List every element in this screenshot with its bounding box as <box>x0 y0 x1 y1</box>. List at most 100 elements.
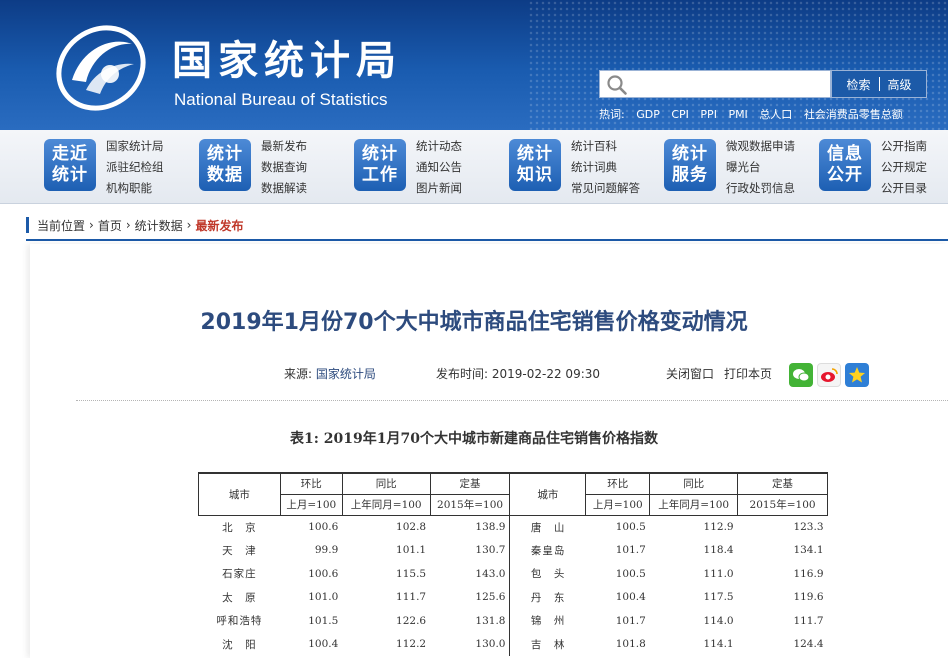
value-cell: 119.6 <box>793 591 824 604</box>
col-header-mom: 环比 <box>585 472 651 495</box>
col-base-mom: 上月=100 <box>585 493 651 516</box>
hotword-link[interactable]: 社会消费品零售总额 <box>804 108 903 121</box>
nav-links-work: 统计动态 通知公告 图片新闻 <box>416 136 462 199</box>
city-cell: 石家庄 <box>222 568 257 581</box>
value-cell: 130.0 <box>475 638 506 651</box>
favorite-icon[interactable] <box>845 363 869 387</box>
table-row: 天 津 99.9 101.1 130.7 秦皇岛 101.7 118.4 134… <box>199 538 828 562</box>
nav-link[interactable]: 曝光台 <box>726 157 795 178</box>
nav-link[interactable]: 机构职能 <box>106 178 164 199</box>
button-divider <box>878 77 880 91</box>
value-cell: 100.6 <box>308 567 339 580</box>
city-cell: 天 津 <box>222 544 257 557</box>
table-row: 太 原 101.0 111.7 125.6 丹 东 100.4 117.5 11… <box>199 585 828 609</box>
value-cell: 101.8 <box>615 638 646 651</box>
nav-link[interactable]: 行政处罚信息 <box>726 178 795 199</box>
value-cell: 124.4 <box>793 638 824 651</box>
site-title: 国家统计局 <box>172 38 402 84</box>
value-cell: 102.8 <box>396 521 427 533</box>
nav-link[interactable]: 统计百科 <box>571 136 640 157</box>
hotword-link[interactable]: PMI <box>728 108 747 121</box>
table-row: 石家庄 100.6 115.5 143.0 包 头 100.5 111.0 11… <box>199 562 828 586</box>
hotword-link[interactable]: 总人口 <box>759 108 792 121</box>
hotword-link[interactable]: GDP <box>636 108 660 121</box>
value-cell: 101.5 <box>308 614 339 627</box>
col-header-yoy: 同比 <box>649 472 739 495</box>
nav-link[interactable]: 常见问题解答 <box>571 178 640 199</box>
hotword-link[interactable]: PPI <box>700 108 717 121</box>
city-cell: 唐 山 <box>509 515 586 539</box>
value-cell: 114.1 <box>703 638 734 651</box>
breadcrumb-label: 当前位置 <box>37 218 86 233</box>
hotwords: 热词: GDP CPI PPI PMI 总人口 社会消费品零售总额 <box>599 106 911 122</box>
search-input[interactable] <box>599 70 831 98</box>
col-header-yoy: 同比 <box>341 472 431 495</box>
chevron-right-icon: › <box>89 218 94 232</box>
nav-link[interactable]: 通知公告 <box>416 157 462 178</box>
value-cell: 114.0 <box>703 614 734 627</box>
nav-badge-service[interactable]: 统计 服务 <box>664 139 716 191</box>
source-value[interactable]: 国家统计局 <box>316 367 376 381</box>
value-cell: 100.6 <box>308 521 339 533</box>
col-base-yoy: 上年同月=100 <box>341 493 431 516</box>
source-label: 来源: <box>284 367 313 381</box>
nbs-logo-icon[interactable] <box>52 18 150 114</box>
nav-badge-about[interactable]: 走近 统计 <box>44 139 96 191</box>
table-title: 表1: 2019年1月70个大中城市新建商品住宅销售价格指数 <box>290 431 658 447</box>
meta-divider <box>76 400 948 401</box>
nav-links-about: 国家统计局 派驻纪检组 机构职能 <box>106 136 164 199</box>
nav-link[interactable]: 数据查询 <box>261 157 307 178</box>
nav-link[interactable]: 统计动态 <box>416 136 462 157</box>
value-cell: 112.2 <box>396 638 427 651</box>
col-base-mom: 上月=100 <box>279 493 343 516</box>
city-cell: 锦 州 <box>509 609 586 633</box>
city-cell: 太 原 <box>222 591 257 604</box>
nav-badge-data[interactable]: 统计 数据 <box>199 139 251 191</box>
site-header: 国家统计局 National Bureau of Statistics 检索 高… <box>0 0 948 130</box>
nav-badge-disclosure[interactable]: 信息 公开 <box>819 139 871 191</box>
chevron-right-icon: › <box>125 218 131 232</box>
nav-badge-knowledge[interactable]: 统计 知识 <box>509 139 561 191</box>
nav-link[interactable]: 微观数据申请 <box>726 136 795 157</box>
breadcrumb-home[interactable]: 首页 <box>98 217 122 234</box>
value-cell: 130.7 <box>475 544 506 557</box>
nav-link[interactable]: 公开指南 <box>881 136 927 157</box>
value-cell: 118.4 <box>703 544 734 557</box>
value-cell: 123.3 <box>793 521 824 533</box>
breadcrumb-stats[interactable]: 统计数据 <box>135 217 183 234</box>
table-header-row: 城市 环比 同比 定基 城市 环比 同比 定基 <box>198 472 828 516</box>
value-cell: 100.5 <box>615 567 646 580</box>
city-cell: 包 头 <box>509 562 586 586</box>
col-base-base: 2015年=100 <box>737 493 828 516</box>
close-window-button[interactable]: 关闭窗口 <box>666 365 714 382</box>
value-cell: 122.6 <box>396 614 427 627</box>
nav-link[interactable]: 图片新闻 <box>416 178 462 199</box>
advanced-search-button[interactable]: 高级 <box>888 76 912 93</box>
table-row: 呼和浩特 101.5 122.6 131.8 锦 州 101.7 114.0 1… <box>199 609 828 633</box>
breadcrumb-divider <box>26 239 948 241</box>
nav-link[interactable]: 最新发布 <box>261 136 307 157</box>
col-header-city: 城市 <box>509 472 587 516</box>
nav-links-knowledge: 统计百科 统计词典 常见问题解答 <box>571 136 640 199</box>
main-nav: 走近 统计 国家统计局 派驻纪检组 机构职能 统计 数据 最新发布 数据查询 数据解… <box>0 130 948 204</box>
breadcrumb-current[interactable]: 最新发布 <box>195 217 243 234</box>
site-subtitle: National Bureau of Statistics <box>174 90 388 109</box>
search-button[interactable]: 检索 <box>846 76 870 93</box>
print-page-button[interactable]: 打印本页 <box>724 365 772 382</box>
nav-badge-work[interactable]: 统计 工作 <box>354 139 406 191</box>
value-cell: 101.7 <box>615 614 646 627</box>
nav-link[interactable]: 统计词典 <box>571 157 640 178</box>
wechat-icon[interactable] <box>789 363 813 387</box>
hotwords-label: 热词: <box>599 108 625 121</box>
hotword-link[interactable]: CPI <box>671 108 689 121</box>
nav-link[interactable]: 派驻纪检组 <box>106 157 164 178</box>
nav-link[interactable]: 公开目录 <box>881 178 927 199</box>
value-cell: 143.0 <box>475 567 506 580</box>
nav-link[interactable]: 国家统计局 <box>106 136 164 157</box>
article-title: 2019年1月份70个大中城市商品住宅销售价格变动情况 <box>200 310 748 335</box>
nav-link[interactable]: 数据解读 <box>261 178 307 199</box>
weibo-icon[interactable] <box>817 363 841 387</box>
nav-link[interactable]: 公开规定 <box>881 157 927 178</box>
col-base-yoy: 上年同月=100 <box>649 493 739 516</box>
value-cell: 100.4 <box>308 638 339 651</box>
